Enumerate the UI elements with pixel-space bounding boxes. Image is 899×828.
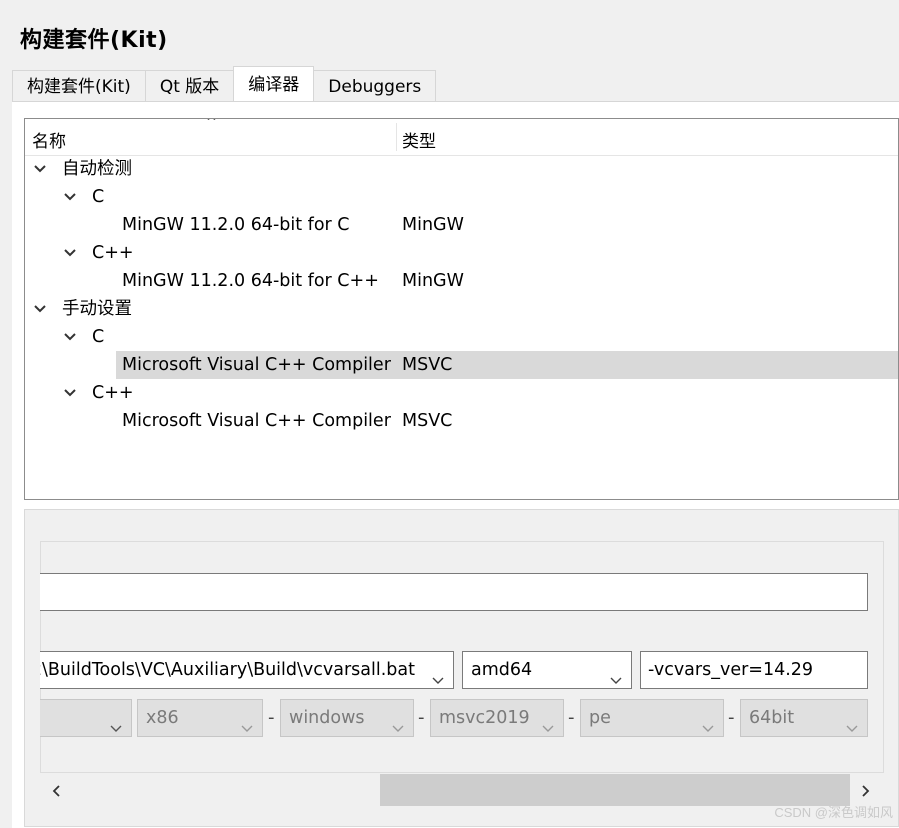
- tab-compilers[interactable]: 编译器: [233, 66, 315, 101]
- tree-row-label: C: [92, 187, 105, 207]
- abi-flavor-value: msvc2019: [439, 708, 530, 728]
- architecture-combo[interactable]: amd64: [462, 651, 632, 689]
- tree-row-compiler[interactable]: Microsoft Visual C++ Compiler MSVC: [25, 407, 898, 435]
- chevron-down-icon[interactable]: [63, 330, 77, 344]
- chevron-down-icon[interactable]: [33, 302, 47, 316]
- abi-width-value: 64bit: [749, 708, 795, 728]
- abi-flavor-combo[interactable]: msvc2019: [430, 699, 564, 737]
- compiler-name-input[interactable]: [40, 573, 868, 611]
- column-header-type[interactable]: 类型: [402, 127, 436, 152]
- abi-width-combo[interactable]: 64bit: [740, 699, 868, 737]
- compiler-tree[interactable]: 名称 ^ 类型 自动检测 C MinGW 11.2.0 64-bit for C…: [24, 118, 899, 500]
- column-header-name[interactable]: 名称: [32, 127, 66, 152]
- tree-row-label: 自动检测: [62, 159, 132, 179]
- tree-row-label: 手动设置: [62, 299, 132, 319]
- abi-format-value: pe: [589, 708, 611, 728]
- watermark: CSDN @深色调如风: [774, 805, 893, 820]
- tree-row-c[interactable]: C: [25, 183, 898, 211]
- tree-row-manual[interactable]: 手动设置: [25, 295, 898, 323]
- compiler-name: MinGW 11.2.0 64-bit for C: [122, 215, 350, 235]
- chevron-down-icon: [541, 712, 555, 736]
- chevron-down-icon: [391, 712, 405, 736]
- tree-row-c[interactable]: C: [25, 323, 898, 351]
- chevron-down-icon: [845, 712, 859, 736]
- init-script-combo[interactable]: 2\BuildTools\VC\Auxiliary\Build\vcvarsal…: [40, 651, 454, 689]
- tree-row-compiler[interactable]: MinGW 11.2.0 64-bit for C++ MinGW: [25, 267, 898, 295]
- abi-arch-value: x86: [146, 708, 179, 728]
- tree-row-label: C++: [92, 383, 134, 403]
- compiler-name: MinGW 11.2.0 64-bit for C++: [122, 271, 379, 291]
- dialog-title: 构建套件(Kit): [20, 28, 168, 53]
- compiler-type: MinGW: [402, 215, 464, 235]
- chevron-down-icon: [431, 664, 445, 688]
- abi-arch-combo[interactable]: x86: [137, 699, 263, 737]
- init-script-value: 2\BuildTools\VC\Auxiliary\Build\vcvarsal…: [40, 660, 415, 680]
- compiler-type: MSVC: [402, 355, 453, 375]
- chevron-down-icon: [240, 712, 254, 736]
- tree-header: 名称 ^ 类型: [25, 119, 898, 156]
- compiler-name: Microsoft Visual C++ Compiler: [122, 411, 391, 431]
- abi-separator: -: [268, 707, 275, 728]
- abi-separator: -: [728, 707, 735, 728]
- abi-os-combo[interactable]: windows: [280, 699, 414, 737]
- chevron-down-icon[interactable]: [33, 162, 47, 176]
- sort-indicator-icon: ^: [206, 118, 217, 130]
- tab-bar: 构建套件(Kit) Qt 版本 编译器 Debuggers: [12, 66, 437, 102]
- chevron-down-icon[interactable]: [63, 386, 77, 400]
- horizontal-scrollbar[interactable]: [40, 773, 884, 807]
- tab-qt-versions[interactable]: Qt 版本: [144, 70, 235, 102]
- tree-row-auto-detected[interactable]: 自动检测: [25, 155, 898, 183]
- chevron-down-icon: [701, 712, 715, 736]
- column-divider[interactable]: [396, 123, 397, 151]
- abi-first-combo[interactable]: [40, 699, 132, 737]
- tree-row-compiler[interactable]: MinGW 11.2.0 64-bit for C MinGW: [25, 211, 898, 239]
- chevron-down-icon: [109, 712, 123, 736]
- tree-row-label: C++: [92, 243, 134, 263]
- abi-format-combo[interactable]: pe: [580, 699, 724, 737]
- additional-args-input[interactable]: -vcvars_ver=14.29: [640, 651, 868, 689]
- abi-os-value: windows: [289, 708, 365, 728]
- chevron-down-icon[interactable]: [63, 190, 77, 204]
- compiler-type: MinGW: [402, 271, 464, 291]
- chevron-down-icon: [609, 664, 623, 688]
- abi-separator: -: [568, 707, 575, 728]
- chevron-left-icon[interactable]: [50, 783, 64, 802]
- chevron-down-icon[interactable]: [63, 246, 77, 260]
- tree-row-compiler-selected[interactable]: Microsoft Visual C++ Compiler MSVC: [116, 351, 898, 379]
- architecture-value: amd64: [471, 660, 533, 680]
- tab-kits[interactable]: 构建套件(Kit): [12, 70, 146, 102]
- chevron-right-icon[interactable]: [858, 783, 872, 802]
- tree-row-cpp[interactable]: C++: [25, 239, 898, 267]
- tab-debuggers[interactable]: Debuggers: [313, 70, 437, 102]
- tree-row-cpp[interactable]: C++: [25, 379, 898, 407]
- compiler-name: Microsoft Visual C++ Compiler: [122, 355, 391, 375]
- compiler-type: MSVC: [402, 411, 453, 431]
- tree-row-label: C: [92, 327, 105, 347]
- abi-separator: -: [418, 707, 425, 728]
